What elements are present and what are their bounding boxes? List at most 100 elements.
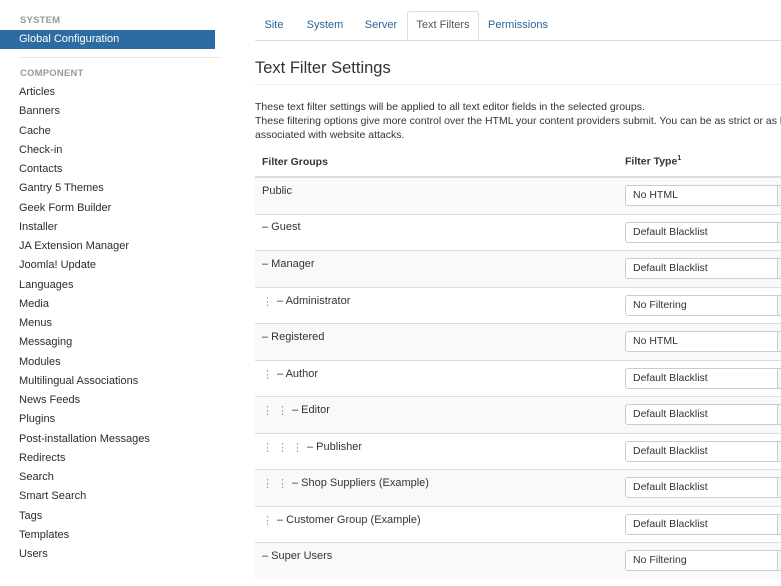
filter-type-select[interactable]: Default Blacklist (625, 221, 781, 243)
filter-type-select[interactable]: No HTML (625, 185, 781, 207)
sidebar-item-menus[interactable]: Menus (19, 314, 150, 333)
group-label: – Editor (292, 404, 330, 417)
group-cell: ⋮ ⋮ – Shop Suppliers (Example) (255, 469, 625, 506)
group-label: – Super Users (262, 549, 333, 562)
sidebar-item-cache[interactable]: Cache (19, 122, 150, 141)
description-line: associated with website attacks. (255, 129, 405, 141)
filter-type-value: No HTML (633, 335, 678, 348)
vertical-dots-icon: ⋮ (262, 295, 273, 308)
sidebar-item-post-installation-messages[interactable]: Post-installation Messages (19, 430, 150, 449)
filter-type-select[interactable]: No Filtering (625, 294, 781, 316)
group-label: – Registered (262, 330, 325, 343)
filter-type-cell: Default Blacklist (625, 396, 781, 433)
sidebar-item-modules[interactable]: Modules (19, 353, 150, 372)
sidebar-item-global-configuration[interactable]: Global Configuration (0, 30, 215, 49)
caret-down-icon[interactable] (777, 259, 781, 279)
filter-type-value: No HTML (633, 189, 678, 202)
filter-type-value: No Filtering (633, 298, 687, 311)
sidebar-item-smart-search[interactable]: Smart Search (19, 487, 150, 506)
description-line: These text filter settings will be appli… (255, 101, 645, 113)
caret-down-icon[interactable] (777, 222, 781, 242)
table-row: ⋮ – Administrator No Filtering (255, 286, 781, 324)
sidebar-item-plugins[interactable]: Plugins (19, 410, 150, 429)
sidebar-item-messaging[interactable]: Messaging (19, 333, 150, 352)
caret-down-icon[interactable] (777, 514, 781, 534)
sidebar-item-languages[interactable]: Languages (19, 276, 150, 295)
sidebar-item-redirects[interactable]: Redirects (19, 449, 150, 468)
table-row: ⋮ ⋮ ⋮ – Publisher Default Blacklist (255, 432, 781, 470)
component-list: Articles Banners Cache Check-in Contacts Gant… (19, 83, 150, 564)
sidebar-item-gantry-5-themes[interactable]: Gantry 5 Themes (19, 179, 150, 198)
filter-type-value: Default Blacklist (633, 517, 708, 530)
sidebar-item-templates[interactable]: Templates (19, 526, 150, 545)
tab-permissions[interactable]: Permissions (482, 11, 554, 39)
column-header-filter-type: Filter Type1 (625, 147, 781, 178)
sidebar-item-media[interactable]: Media (19, 295, 150, 314)
caret-down-icon[interactable] (777, 551, 781, 571)
filter-type-cell: Default Blacklist (625, 213, 781, 251)
group-label: – Customer Group (Example) (277, 513, 421, 526)
filter-type-label: Filter Type (625, 155, 678, 168)
sidebar-item-ja-extension-manager[interactable]: JA Extension Manager (19, 237, 150, 256)
caret-down-icon[interactable] (777, 332, 781, 352)
component-header: COMPONENT (20, 68, 84, 79)
sidebar-item-joomla-update[interactable]: Joomla! Update (19, 256, 150, 275)
page-title: Text Filter Settings (255, 59, 391, 77)
filter-type-value: Default Blacklist (633, 225, 708, 238)
caret-down-icon[interactable] (777, 441, 781, 461)
caret-down-icon[interactable] (777, 368, 781, 388)
sidebar-item-news-feeds[interactable]: News Feeds (19, 391, 150, 410)
sidebar-divider (19, 57, 221, 58)
table-row: – Manager Default Blacklist (255, 250, 781, 287)
sidebar-item-articles[interactable]: Articles (19, 83, 150, 102)
filter-type-cell: No Filtering (625, 542, 781, 579)
vertical-dots-icon: ⋮ (262, 478, 273, 491)
system-header: SYSTEM (20, 15, 61, 26)
group-label: Public (262, 184, 292, 197)
tab-server[interactable]: Server (356, 11, 406, 39)
filter-type-select[interactable]: Default Blacklist (625, 404, 781, 426)
description-line: These filtering options give more contro… (255, 115, 781, 127)
filter-type-cell: No HTML (625, 176, 781, 214)
vertical-dots-icon: ⋮ (277, 478, 288, 491)
caret-down-icon[interactable] (777, 295, 781, 315)
group-cell: – Super Users (255, 542, 625, 579)
tab-site[interactable]: Site (255, 11, 293, 39)
filter-type-select[interactable]: Default Blacklist (625, 440, 781, 462)
group-cell: – Guest (255, 213, 625, 251)
group-label: – Shop Suppliers (Example) (292, 477, 429, 490)
sidebar-item-check-in[interactable]: Check-in (19, 141, 150, 160)
caret-down-icon[interactable] (777, 186, 781, 206)
table-row: – Registered No HTML (255, 323, 781, 360)
sidebar-item-installer[interactable]: Installer (19, 218, 150, 237)
filter-type-select[interactable]: Default Blacklist (625, 258, 781, 280)
filter-type-cell: Default Blacklist (625, 359, 781, 397)
filter-type-value: Default Blacklist (633, 371, 708, 384)
sidebar-item-geek-form-builder[interactable]: Geek Form Builder (19, 199, 150, 218)
filter-type-cell: Default Blacklist (625, 432, 781, 470)
filter-type-select[interactable]: Default Blacklist (625, 513, 781, 535)
filter-type-select[interactable]: Default Blacklist (625, 367, 781, 389)
caret-down-icon[interactable] (777, 478, 781, 498)
sidebar-item-multilingual-associations[interactable]: Multilingual Associations (19, 372, 150, 391)
sidebar-item-tags[interactable]: Tags (19, 507, 150, 526)
tab-system[interactable]: System (298, 11, 352, 39)
sidebar-item-search[interactable]: Search (19, 468, 150, 487)
filter-type-cell: No Filtering (625, 286, 781, 324)
table-row: ⋮ – Author Default Blacklist (255, 359, 781, 397)
filter-type-select[interactable]: Default Blacklist (625, 477, 781, 499)
tab-text-filters[interactable]: Text Filters (407, 11, 479, 40)
vertical-dots-icon: ⋮ (277, 405, 288, 418)
group-cell: ⋮ – Author (255, 359, 625, 397)
group-label: – Author (277, 367, 318, 380)
filter-type-select[interactable]: No HTML (625, 331, 781, 353)
sidebar-item-banners[interactable]: Banners (19, 102, 150, 121)
group-cell: ⋮ – Customer Group (Example) (255, 505, 625, 543)
footnote-marker: 1 (677, 155, 682, 163)
column-header-filter-groups: Filter Groups (255, 147, 625, 178)
caret-down-icon[interactable] (777, 405, 781, 425)
filter-type-select[interactable]: No Filtering (625, 550, 781, 572)
sidebar-item-users[interactable]: Users (19, 545, 150, 564)
sidebar-item-contacts[interactable]: Contacts (19, 160, 150, 179)
vertical-dots-icon: ⋮ (292, 441, 303, 454)
